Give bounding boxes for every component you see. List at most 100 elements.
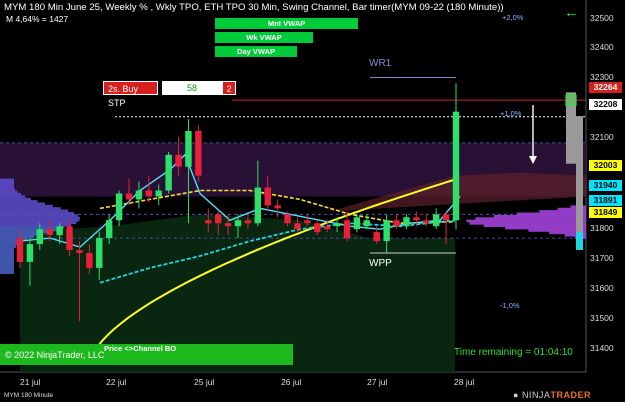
instrument-label: MYM 180 Minute — [4, 392, 54, 399]
price-tag-vwap: 31849 — [589, 207, 622, 218]
date-tick: 27 jul — [367, 377, 388, 387]
candle-body — [294, 223, 301, 230]
candle-body — [224, 223, 232, 227]
candle-body — [323, 226, 331, 230]
candle-body — [244, 220, 252, 224]
chart-title: MYM 180 Min June 25, Weekly % , Wkly TPO… — [4, 2, 504, 13]
tpo-profile-bar — [0, 242, 19, 246]
tpo-profile-bar — [0, 188, 15, 191]
tpo-profile-bar — [0, 214, 79, 217]
wpp-label: WPP — [369, 258, 392, 269]
logo-text-b: TRADER — [550, 390, 591, 400]
daily-vwap-label: Day VWAP — [215, 46, 297, 57]
price-tick: 31600 — [590, 283, 614, 293]
candle-body — [145, 190, 153, 197]
tpo-profile-bar — [516, 212, 586, 216]
date-tick: 25 jul — [194, 377, 215, 387]
tpo-profile-bar — [0, 269, 14, 272]
candle-body — [254, 187, 262, 224]
candle-body — [423, 220, 430, 224]
price-tag-order: 32264 — [589, 82, 622, 93]
tpo-profile-bar — [0, 195, 26, 198]
tpo-profile-bar — [466, 219, 586, 223]
copyright-text: © 2022 NinjaTrader, LLC — [5, 350, 105, 360]
candle-body — [26, 244, 34, 262]
tpo-profile-bar — [0, 252, 14, 255]
tpo-profile-bar — [0, 247, 14, 251]
tpo-profile-bar — [0, 216, 80, 220]
candle-body — [343, 220, 351, 239]
tpo-profile-bar — [0, 264, 14, 267]
tpo-profile-bar — [0, 221, 77, 225]
candle-body — [214, 214, 222, 224]
tpo-profile-bar — [0, 185, 14, 189]
price-tick: 31800 — [590, 223, 614, 233]
tpo-profile-bar — [0, 266, 14, 270]
tpo-profile-bar — [483, 224, 586, 228]
date-tick: 28 jul — [454, 377, 475, 387]
candle-body — [314, 223, 321, 233]
channel-breakout-banner: © 2022 NinjaTrader, LLC Price <>Channel … — [0, 344, 293, 365]
price-tick: 31400 — [590, 343, 614, 353]
back-arrow-icon[interactable]: ← — [564, 5, 579, 20]
tpo-profile-bar — [0, 192, 21, 196]
candle-body — [16, 238, 24, 262]
tpo-profile-bar — [0, 257, 14, 260]
candle-body — [363, 220, 371, 227]
buy-stop-order[interactable]: 2s. Buy STP 58 2 — [103, 81, 236, 108]
candle-body — [105, 220, 113, 239]
order-label[interactable]: 2s. Buy STP — [103, 81, 158, 108]
candle-body — [452, 111, 460, 221]
price-tick: 32400 — [590, 42, 614, 52]
tpo-profile-bar — [0, 226, 65, 229]
candle-body — [373, 232, 380, 242]
tpo-profile-bar — [0, 200, 38, 203]
tpo-profile-bar — [0, 271, 14, 275]
price-tag-channel: 31891 — [589, 195, 622, 206]
date-tick: 21 jul — [20, 377, 41, 387]
candle-body — [284, 214, 291, 224]
tpo-profile-bar — [0, 223, 72, 227]
tpo-profile-bar — [505, 226, 586, 230]
price-tick: 32500 — [590, 13, 614, 23]
tpo-profile-bar — [0, 183, 14, 186]
tpo-profile-bar — [0, 197, 31, 201]
price-tick: 31700 — [590, 253, 614, 263]
candle-body — [304, 220, 311, 224]
ninjatrader-logo: ● NINJATRADER — [513, 390, 591, 400]
candle-body — [234, 220, 242, 227]
tpo-profile-bar — [0, 207, 61, 210]
price-tick: 31500 — [590, 313, 614, 323]
tpo-profile-bar — [0, 204, 53, 208]
order-count[interactable]: 2 — [222, 81, 236, 95]
candle-body — [175, 154, 182, 167]
candle-body — [185, 131, 192, 167]
pct-minus-1: -1,0% — [500, 301, 520, 310]
candle-body — [353, 217, 361, 230]
tpo-profile-bar — [0, 235, 35, 239]
tpo-profile-bar — [0, 250, 14, 253]
price-tag-last: 32208 — [589, 99, 622, 110]
date-tick: 26 jul — [281, 377, 302, 387]
candle-body — [36, 229, 44, 245]
candle-body — [393, 220, 400, 227]
candle-body — [135, 190, 143, 200]
date-tick: 22 jul — [106, 377, 127, 387]
candle-body — [56, 226, 63, 236]
candle-body — [432, 214, 440, 227]
candle-body — [66, 226, 73, 251]
wr1-label: WR1 — [369, 58, 392, 69]
ribbon-bar — [576, 116, 583, 239]
tpo-profile-bar — [469, 222, 586, 225]
tpo-profile-bar — [0, 259, 14, 263]
candle-body — [383, 220, 390, 242]
weekly-vwap-label: Wk VWAP — [215, 32, 313, 43]
order-quantity[interactable]: 58 — [162, 81, 222, 95]
tpo-profile-bar — [493, 214, 586, 218]
tpo-profile-bar — [0, 219, 80, 222]
tpo-profile-bar — [0, 261, 14, 265]
candle-body — [195, 131, 202, 176]
tpo-profile-bar — [475, 217, 586, 220]
tpo-profile-bar — [0, 211, 74, 215]
price-chart[interactable] — [0, 0, 625, 402]
